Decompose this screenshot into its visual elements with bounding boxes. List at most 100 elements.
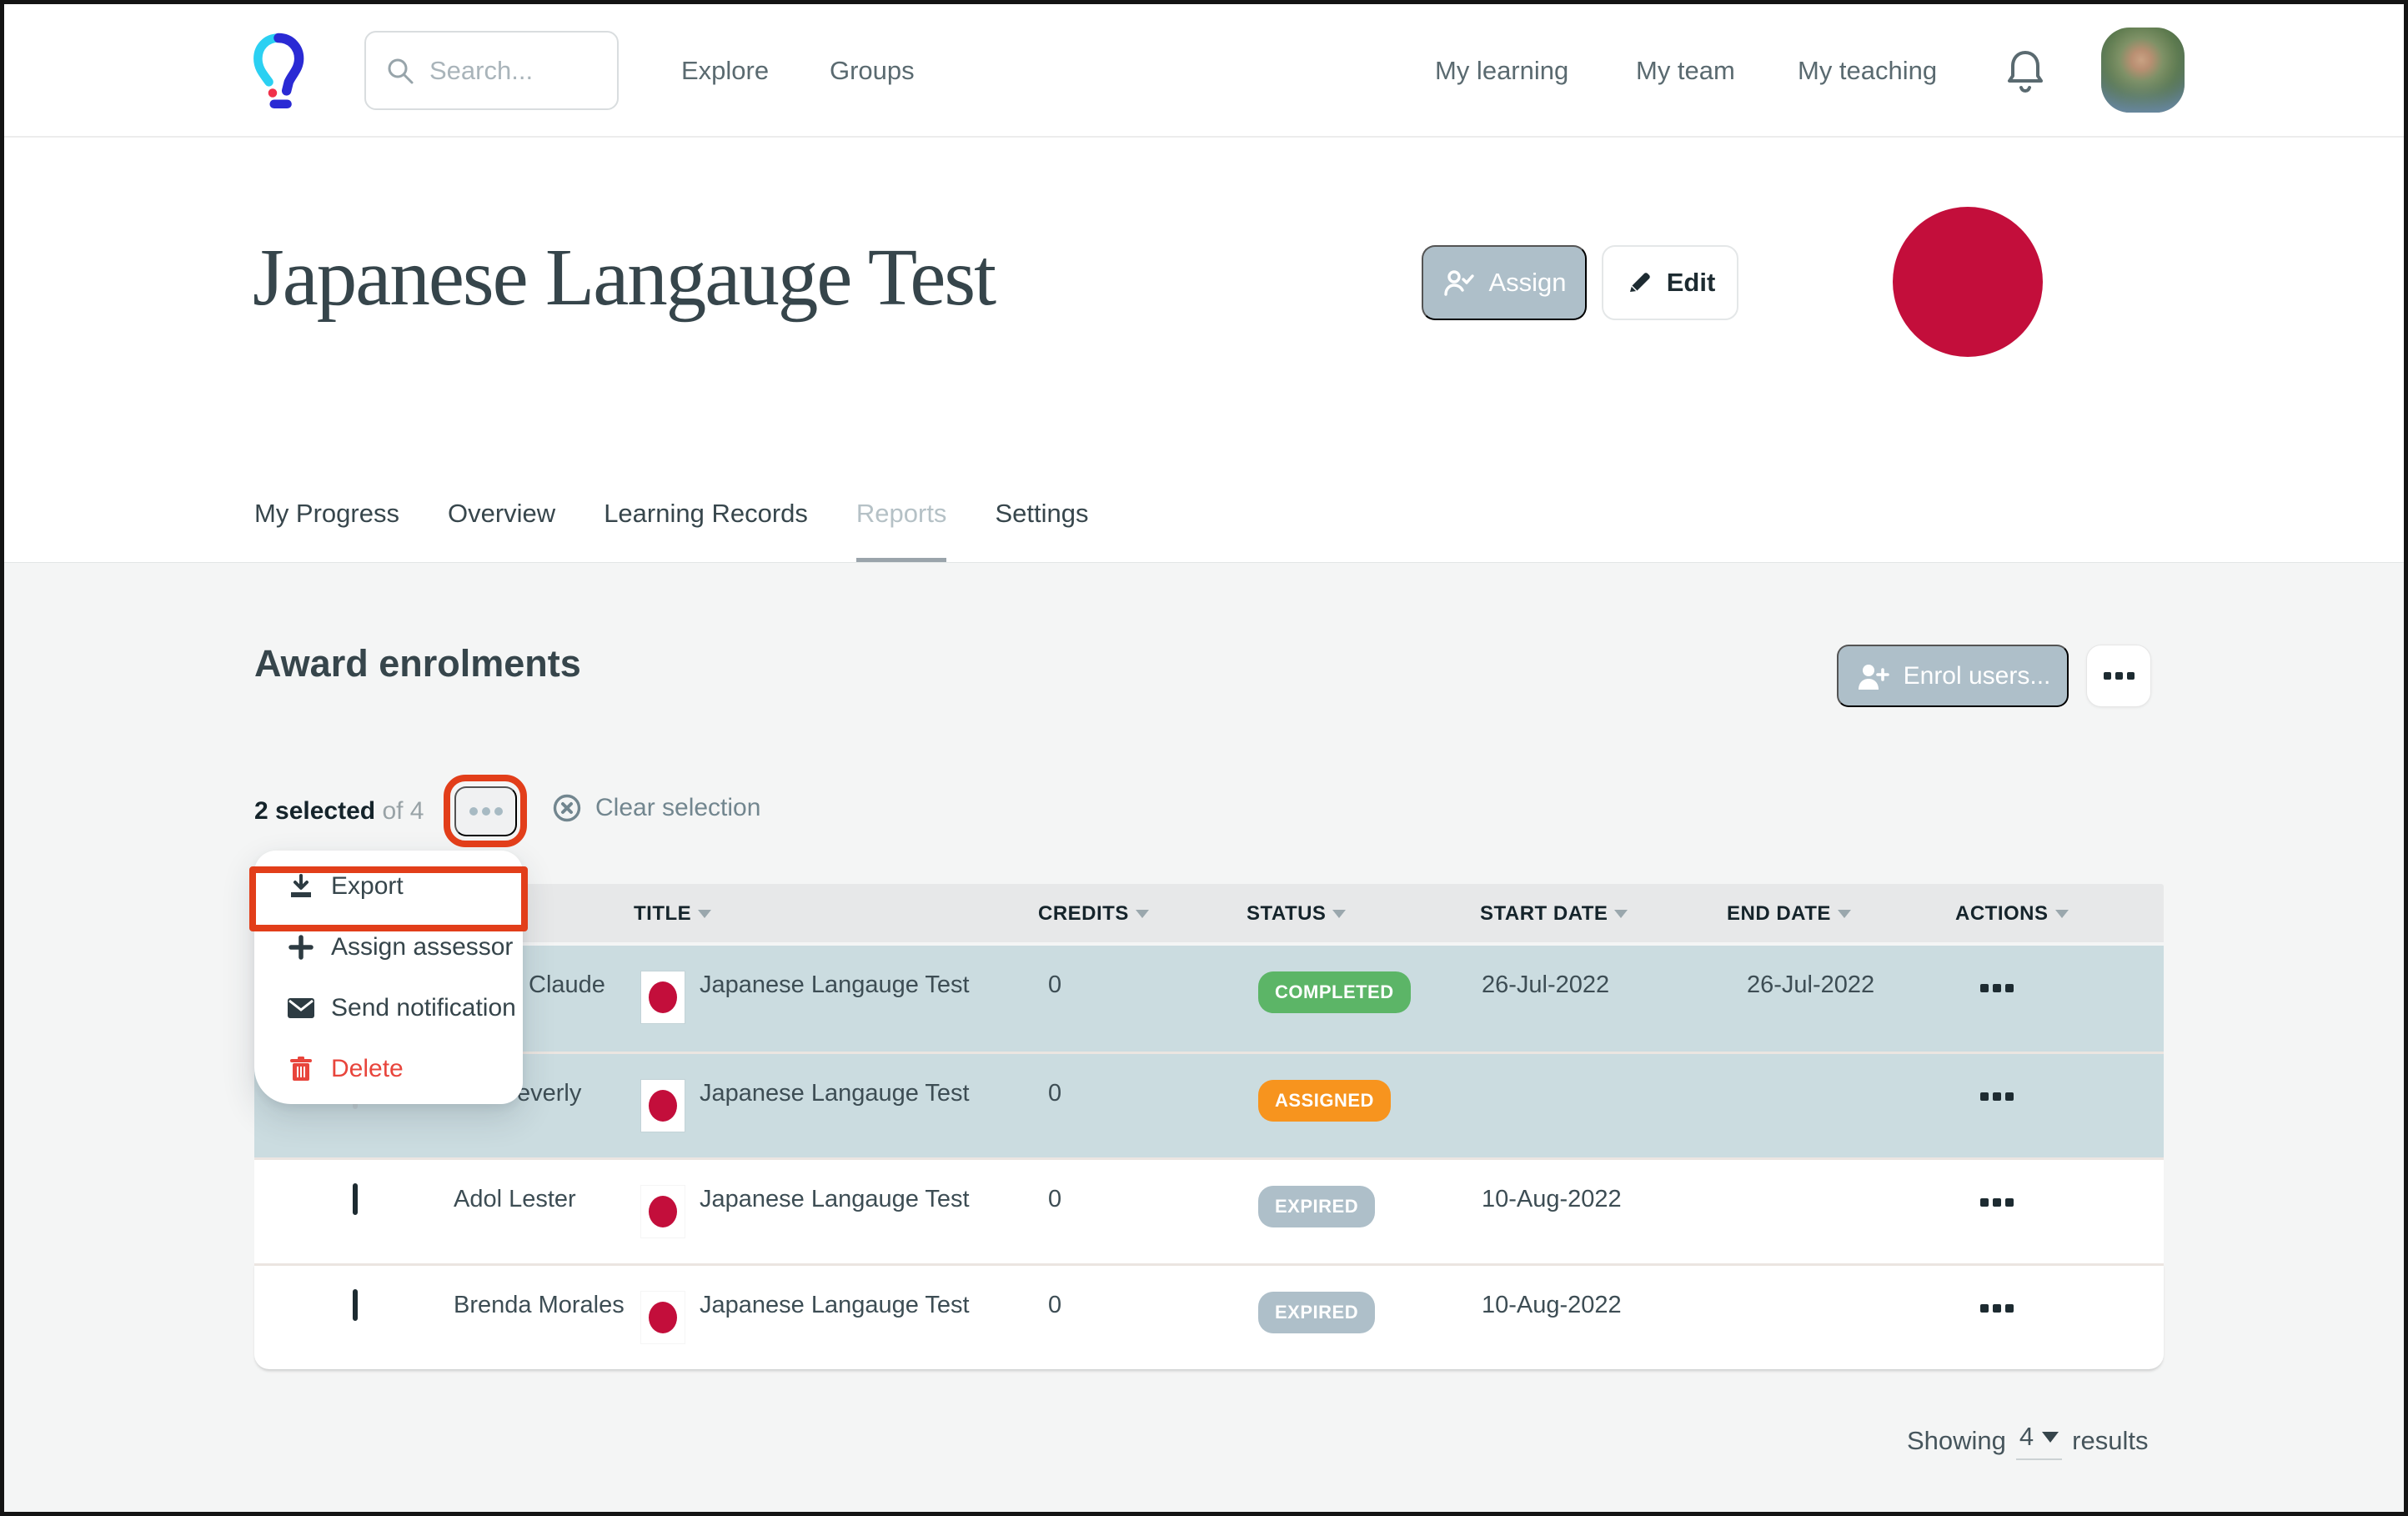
person-check-icon	[1442, 268, 1475, 298]
app-window: Explore Groups My learning My team My te…	[0, 0, 2408, 1516]
assign-button-label: Assign	[1488, 268, 1566, 298]
status-badge: EXPIRED	[1258, 1292, 1375, 1333]
course-title-cell[interactable]: Japanese Langauge Test	[696, 1054, 1030, 1157]
enrol-users-button[interactable]: Enrol users...	[1837, 645, 2069, 707]
course-title-cell[interactable]: Japanese Langauge Test	[696, 1266, 1030, 1369]
column-header-end-date[interactable]: END DATE	[1722, 884, 1955, 942]
row-actions-ellipsis-icon[interactable]	[1980, 1304, 1989, 1313]
column-header-actions[interactable]: ACTIONS	[1955, 884, 2164, 942]
sort-caret-icon	[1136, 910, 1149, 918]
selection-count: 2 selected	[254, 797, 375, 826]
menu-item-send-notification[interactable]: Send notification	[254, 977, 523, 1038]
tab-reports[interactable]: Reports	[856, 499, 947, 562]
nav-link-my-teaching[interactable]: My teaching	[1798, 4, 1937, 138]
start-date-cell	[1463, 1054, 1722, 1157]
ellipsis-icon	[469, 807, 478, 816]
enrol-users-label: Enrol users...	[1904, 662, 2051, 690]
menu-item-delete[interactable]: Delete	[254, 1038, 523, 1099]
nav-link-my-learning[interactable]: My learning	[1435, 4, 1568, 138]
course-flag-thumbnail	[641, 1080, 685, 1132]
table-row[interactable]: Claude Japanese Langauge Test 0 COMPLETE…	[254, 946, 2164, 1052]
tab-my-progress[interactable]: My Progress	[254, 499, 399, 562]
course-flag-thumbnail	[641, 1292, 685, 1343]
row-checkbox[interactable]	[353, 1183, 358, 1215]
course-tabs: My Progress Overview Learning Records Re…	[254, 468, 1088, 562]
edit-button[interactable]: Edit	[1602, 245, 1738, 320]
chevron-down-icon	[2042, 1432, 2059, 1443]
start-date-cell: 10-Aug-2022	[1463, 1266, 1722, 1369]
sort-caret-icon	[2055, 910, 2069, 918]
ellipsis-icon	[2104, 672, 2111, 680]
search-input[interactable]	[429, 56, 596, 86]
learner-name[interactable]: Brenda Morales	[450, 1266, 638, 1369]
menu-item-label: Assign assessor	[331, 933, 513, 961]
page-size-dropdown[interactable]: 4	[2016, 1422, 2062, 1460]
envelope-icon	[286, 997, 316, 1019]
credits-cell: 0	[1030, 1160, 1238, 1263]
start-date-cell: 10-Aug-2022	[1463, 1160, 1722, 1263]
end-date-cell: 26-Jul-2022	[1722, 946, 1955, 1052]
results-footer: Showing 4 results	[1907, 1422, 2148, 1460]
nav-link-my-team[interactable]: My team	[1636, 4, 1735, 138]
tab-settings[interactable]: Settings	[995, 499, 1088, 562]
learner-name[interactable]: Adol Lester	[450, 1160, 638, 1263]
column-header-title[interactable]: TITLE	[634, 884, 1030, 942]
credits-cell: 0	[1030, 1054, 1238, 1157]
credits-cell: 0	[1030, 1266, 1238, 1369]
table-row[interactable]: Brenda Morales Japanese Langauge Test 0 …	[254, 1263, 2164, 1369]
column-header-start-date[interactable]: START DATE	[1463, 884, 1722, 942]
selection-total: of 4	[382, 797, 424, 826]
sort-caret-icon	[1332, 910, 1346, 918]
nav-link-groups[interactable]: Groups	[830, 4, 915, 138]
section-more-actions-button[interactable]	[2086, 645, 2151, 707]
nav-link-explore[interactable]: Explore	[681, 4, 769, 138]
showing-label: Showing	[1907, 1426, 2006, 1456]
brand-lightbulb-logo[interactable]	[242, 23, 315, 121]
circle-x-icon	[552, 793, 582, 823]
status-badge: COMPLETED	[1258, 971, 1411, 1013]
top-navbar: Explore Groups My learning My team My te…	[4, 4, 2404, 138]
sort-caret-icon	[1614, 910, 1628, 918]
row-actions-ellipsis-icon[interactable]	[1980, 984, 1989, 992]
page-size-value: 4	[2019, 1422, 2034, 1452]
menu-item-label: Export	[331, 872, 404, 901]
row-checkbox[interactable]	[353, 1289, 358, 1321]
tab-learning-records[interactable]: Learning Records	[604, 499, 808, 562]
section-heading: Award enrolments	[254, 642, 581, 685]
tab-overview[interactable]: Overview	[448, 499, 555, 562]
end-date-cell	[1722, 1054, 1955, 1157]
sort-caret-icon	[698, 910, 711, 918]
course-title-cell[interactable]: Japanese Langauge Test	[696, 946, 1030, 1052]
edit-button-label: Edit	[1667, 268, 1716, 298]
start-date-cell: 26-Jul-2022	[1463, 946, 1722, 1052]
selection-actions-button[interactable]	[454, 786, 517, 836]
search-icon	[386, 57, 414, 85]
course-flag-thumbnail	[641, 971, 685, 1023]
person-plus-icon	[1855, 661, 1890, 691]
menu-item-label: Delete	[331, 1055, 404, 1083]
table-row[interactable]: everly Japanese Langauge Test 0 ASSIGNED	[254, 1052, 2164, 1157]
pencil-icon	[1625, 269, 1653, 297]
clear-selection[interactable]: Clear selection	[552, 793, 760, 823]
page-title: Japanese Langauge Test	[253, 231, 995, 324]
column-header-status[interactable]: STATUS	[1238, 884, 1463, 942]
notifications-bell-icon[interactable]	[2004, 48, 2047, 94]
user-avatar[interactable]	[2101, 28, 2185, 113]
menu-item-export[interactable]: Export	[254, 856, 523, 916]
bulk-actions-dropdown: Export Assign assessor Send notificat	[254, 851, 523, 1104]
menu-item-label: Send notification	[331, 994, 516, 1022]
row-actions-ellipsis-icon[interactable]	[1980, 1198, 1989, 1207]
status-badge: ASSIGNED	[1258, 1080, 1391, 1122]
table-row[interactable]: Adol Lester Japanese Langauge Test 0 EXP…	[254, 1157, 2164, 1263]
sort-caret-icon	[1838, 910, 1851, 918]
course-title-cell[interactable]: Japanese Langauge Test	[696, 1160, 1030, 1263]
plus-icon	[286, 935, 316, 960]
status-badge: EXPIRED	[1258, 1186, 1375, 1227]
menu-item-assign-assessor[interactable]: Assign assessor	[254, 916, 523, 977]
row-actions-ellipsis-icon[interactable]	[1980, 1092, 1989, 1101]
trash-icon	[286, 1056, 316, 1082]
reports-section: Award enrolments Enrol users... 2 select…	[4, 562, 2404, 1512]
column-header-credits[interactable]: CREDITS	[1030, 884, 1238, 942]
course-image-japan-flag	[1893, 207, 2043, 357]
assign-button[interactable]: Assign	[1422, 245, 1587, 320]
